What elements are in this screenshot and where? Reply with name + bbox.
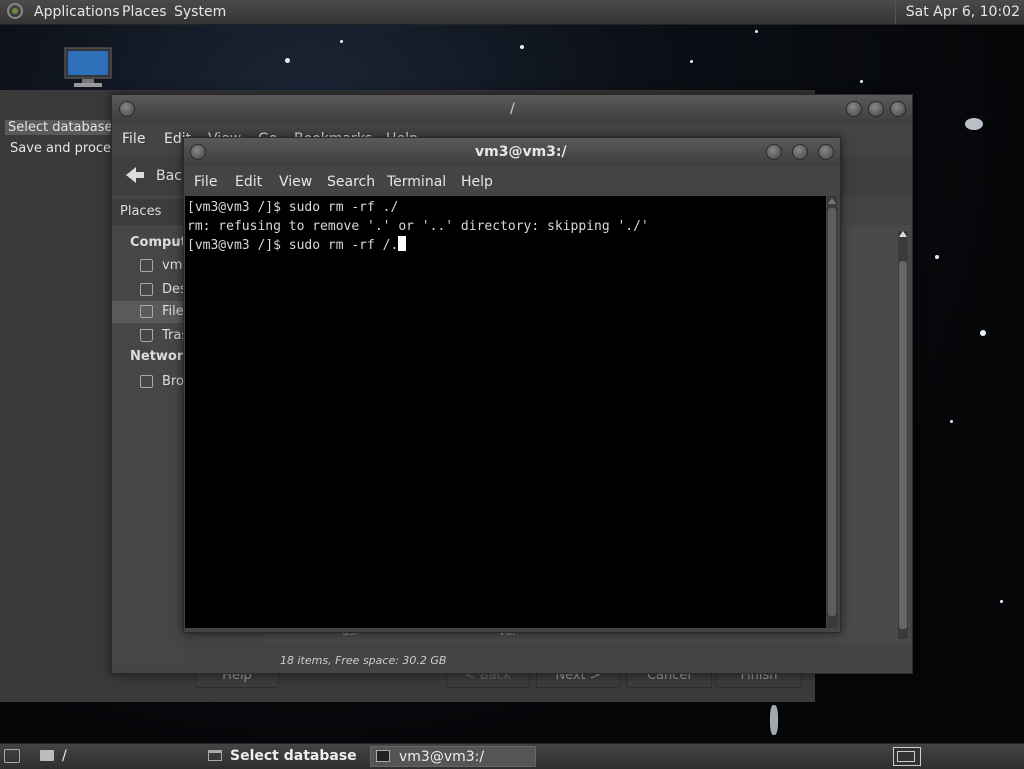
sidebar-item-label: File System [162, 304, 184, 319]
filesystem-icon [140, 305, 153, 318]
close-icon[interactable] [890, 101, 906, 117]
taskbar-item-terminal[interactable]: vm3@vm3:/ [370, 746, 536, 767]
term-menu-search[interactable]: Search [327, 174, 375, 190]
home-folder-icon [140, 259, 153, 272]
file-manager-titlebar[interactable]: / [112, 95, 912, 123]
fm-scroll-up-icon[interactable] [899, 231, 907, 237]
taskbar-item-file-manager[interactable]: / [36, 746, 196, 767]
maximize-icon[interactable] [792, 144, 808, 160]
menu-applications[interactable]: Applications [34, 4, 120, 20]
menu-system[interactable]: System [174, 4, 226, 20]
term-menu-view[interactable]: View [279, 174, 312, 190]
bottom-taskbar: / Select database vm3@vm3:/ [0, 743, 1024, 769]
menu-places[interactable]: Places [122, 4, 167, 20]
terminal-scroll-thumb[interactable] [828, 208, 836, 616]
window-menu-icon[interactable] [119, 101, 135, 117]
terminal-titlebar[interactable]: vm3@vm3:/ [184, 138, 840, 166]
clock[interactable]: Sat Apr 6, 10:02 [894, 0, 1024, 24]
window-icon [208, 750, 222, 761]
top-panel: Applications Places System Sat Apr 6, 10… [0, 0, 1024, 25]
sidebar-item-label: Browse Network [162, 374, 184, 389]
distro-logo-icon[interactable] [7, 3, 23, 19]
taskbar-item-label: / [62, 748, 67, 764]
terminal-line: [vm3@vm3 /]$ sudo rm -rf ./ [187, 200, 399, 215]
wizard-step-save-proceed[interactable]: Save and proceed [10, 141, 127, 156]
status-bar: 18 items, Free space: 30.2 GB [280, 654, 447, 667]
terminal-title: vm3@vm3:/ [475, 144, 567, 160]
terminal-output[interactable]: [vm3@vm3 /]$ sudo rm -rf ./ rm: refusing… [185, 196, 826, 628]
sidebar-item-browse-network[interactable]: Browse Network [112, 371, 184, 393]
taskbar-item-label: vm3@vm3:/ [399, 749, 485, 765]
terminal-icon [376, 750, 390, 762]
text-cursor [398, 236, 407, 251]
terminal-window: vm3@vm3:/ File Edit View Search Terminal… [183, 137, 841, 633]
sidebar-item-label: vm3 [162, 258, 184, 273]
wizard-step-select-database[interactable]: Select database [5, 120, 116, 135]
sidebar-item-trash[interactable]: Trash [112, 325, 184, 347]
sidebar-item-home[interactable]: vm3 [112, 255, 184, 277]
places-header[interactable]: Places [112, 199, 184, 225]
maximize-icon[interactable] [868, 101, 884, 117]
taskbar-item-select-database[interactable]: Select database [202, 746, 366, 767]
terminal-prompt-line[interactable]: [vm3@vm3 /]$ sudo rm -rf /. [187, 236, 826, 255]
trash-icon [140, 329, 153, 342]
term-menu-terminal[interactable]: Terminal [387, 174, 446, 190]
places-sidebar: Places Computer vm3 Desktop File System … [112, 199, 202, 669]
file-manager-title: / [510, 101, 515, 117]
fm-scrollbar[interactable] [898, 231, 908, 639]
network-icon [140, 375, 153, 388]
term-menu-help[interactable]: Help [461, 174, 493, 190]
folder-icon [40, 750, 54, 761]
sidebar-item-label: Trash [162, 328, 184, 343]
close-icon[interactable] [818, 144, 834, 160]
terminal-line: rm: refusing to remove '.' or '..' direc… [187, 219, 649, 234]
sidebar-item-desktop[interactable]: Desktop [112, 279, 184, 301]
window-menu-icon[interactable] [190, 144, 206, 160]
terminal-scroll-up-icon[interactable] [828, 198, 836, 204]
fm-menu-file[interactable]: File [122, 131, 145, 147]
sidebar-item-label: Desktop [162, 282, 184, 297]
term-menu-file[interactable]: File [194, 174, 217, 190]
taskbar-item-label: Select database [230, 748, 357, 764]
terminal-scrollbar[interactable] [827, 196, 837, 628]
minimize-icon[interactable] [846, 101, 862, 117]
sidebar-item-filesystem[interactable]: File System [112, 301, 184, 323]
desktop-folder-icon [140, 283, 153, 296]
term-menu-edit[interactable]: Edit [235, 174, 262, 190]
workspace-switcher-icon[interactable] [893, 747, 921, 766]
terminal-line: [vm3@vm3 /]$ sudo rm -rf /. [187, 238, 399, 253]
back-arrow-icon[interactable] [124, 165, 146, 185]
fm-scroll-thumb[interactable] [899, 261, 907, 629]
minimize-icon[interactable] [766, 144, 782, 160]
places-label: Places [120, 204, 162, 219]
computer-icon[interactable] [64, 46, 112, 88]
show-desktop-icon[interactable] [4, 749, 20, 763]
